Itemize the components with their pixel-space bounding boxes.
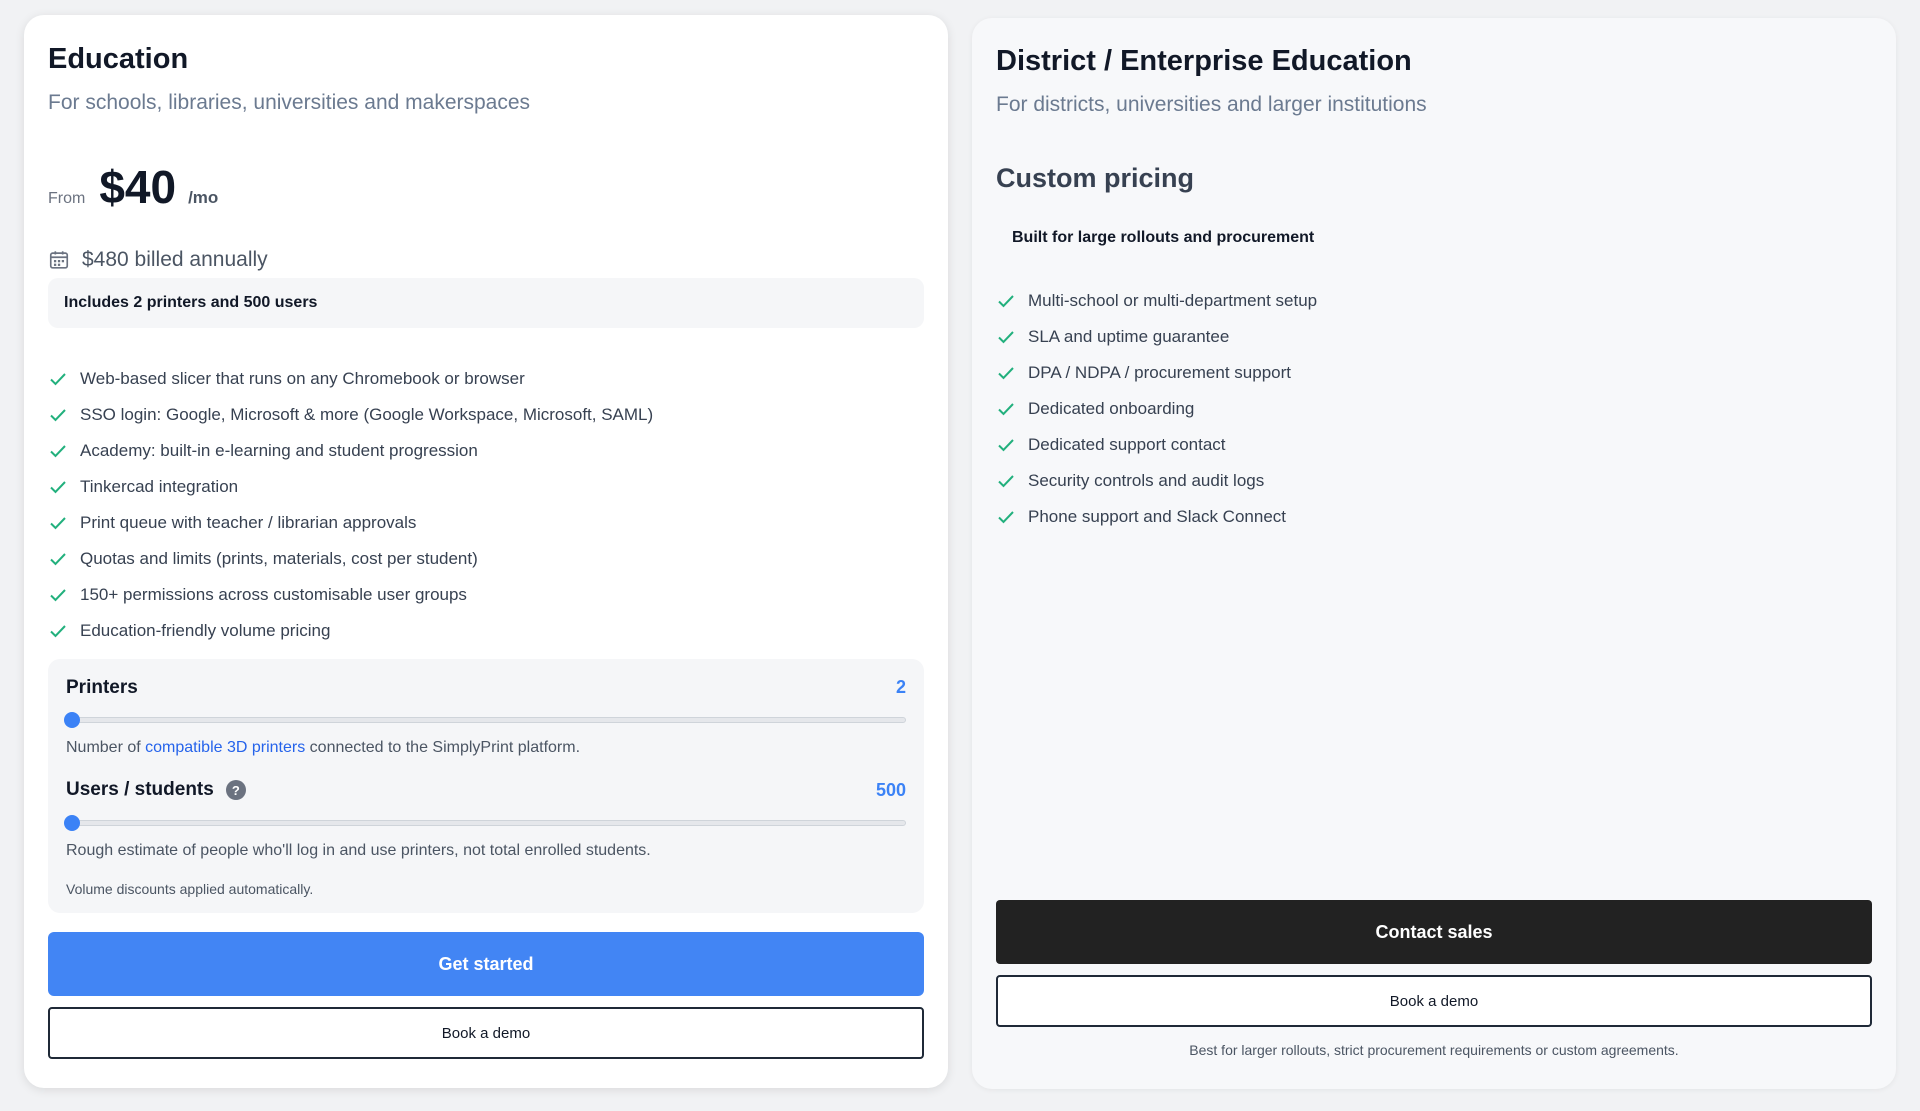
printers-label: Printers [66, 677, 138, 698]
check-icon [998, 295, 1014, 308]
feature-list: Web-based slicer that runs on any Chrome… [48, 361, 653, 649]
slider-track [66, 717, 906, 723]
feature-item: Academy: built-in e-learning and student… [48, 433, 653, 469]
feature-item: SLA and uptime guarantee [996, 319, 1317, 355]
book-demo-button[interactable]: Book a demo [996, 975, 1872, 1027]
question-circle-icon[interactable]: ? [225, 780, 246, 800]
feature-item: SSO login: Google, Microsoft & more (Goo… [48, 397, 653, 433]
plan-subtitle: For schools, libraries, universities and… [48, 91, 531, 114]
printers-help: Number of compatible 3D printers connect… [66, 739, 581, 756]
printers-value: 2 [895, 677, 906, 697]
check-icon [998, 403, 1014, 416]
enterprise-plan-card: District / Enterprise Education For dist… [972, 18, 1896, 1089]
feature-item: Tinkercad integration [48, 469, 653, 505]
slider-thumb[interactable] [64, 815, 80, 831]
feature-item: 150+ permissions across customisable use… [48, 577, 653, 613]
education-plan-card: Education For schools, libraries, univer… [24, 15, 948, 1088]
check-icon [50, 445, 66, 458]
printers-slider[interactable] [64, 711, 906, 729]
check-icon [50, 625, 66, 638]
plan-configurator: Printers 2 Number of compatible 3D print… [48, 659, 924, 913]
includes-text: Includes 2 printers and 500 users [64, 294, 318, 311]
check-icon [50, 409, 66, 422]
price-period: /mo [188, 188, 219, 207]
slider-thumb[interactable] [64, 712, 80, 728]
get-started-button[interactable]: Get started [48, 932, 924, 996]
price-amount: $40 [99, 161, 177, 213]
check-icon [998, 475, 1014, 488]
custom-pricing-heading: Custom pricing [996, 163, 1195, 193]
feature-item: Print queue with teacher / librarian app… [48, 505, 653, 541]
feature-item: Web-based slicer that runs on any Chrome… [48, 361, 653, 397]
feature-item: DPA / NDPA / procurement support [996, 355, 1317, 391]
feature-item: Phone support and Slack Connect [996, 499, 1317, 535]
feature-item: Quotas and limits (prints, materials, co… [48, 541, 653, 577]
users-slider[interactable] [64, 814, 906, 832]
compatible-printers-link[interactable]: compatible 3D printers [145, 739, 305, 756]
check-icon [998, 367, 1014, 380]
users-value: 500 [875, 780, 906, 800]
check-icon [50, 481, 66, 494]
book-demo-button[interactable]: Book a demo [48, 1007, 924, 1059]
users-label-row: Users / students ? [66, 779, 246, 801]
price: From $40 /mo [48, 160, 218, 214]
check-icon [998, 511, 1014, 524]
price-from-label: From [48, 190, 86, 207]
plan-title: District / Enterprise Education [996, 45, 1412, 77]
volume-discount-note: Volume discounts applied automatically. [66, 881, 314, 897]
calendar-icon [49, 251, 69, 269]
includes-summary: Includes 2 printers and 500 users [48, 278, 924, 328]
check-icon [50, 589, 66, 602]
check-icon [998, 439, 1014, 452]
feature-list: Multi-school or multi-department setup S… [996, 283, 1317, 535]
built-for-text: Built for large rollouts and procurement [1012, 229, 1315, 246]
users-help: Rough estimate of people who'll log in a… [66, 842, 651, 859]
enterprise-footnote: Best for larger rollouts, strict procure… [1189, 1042, 1679, 1058]
plan-title: Education [48, 43, 189, 75]
check-icon [50, 373, 66, 386]
billed-annually-text: $480 billed annually [82, 248, 268, 271]
check-icon [50, 553, 66, 566]
check-icon [50, 517, 66, 530]
feature-item: Security controls and audit logs [996, 463, 1317, 499]
billing-info: $480 billed annually [48, 248, 268, 272]
slider-track [66, 820, 906, 826]
feature-item: Dedicated support contact [996, 427, 1317, 463]
plan-subtitle: For districts, universities and larger i… [996, 93, 1427, 116]
check-icon [998, 331, 1014, 344]
contact-sales-button[interactable]: Contact sales [996, 900, 1872, 964]
feature-item: Education-friendly volume pricing [48, 613, 653, 649]
users-label: Users / students [66, 779, 214, 800]
feature-item: Multi-school or multi-department setup [996, 283, 1317, 319]
feature-item: Dedicated onboarding [996, 391, 1317, 427]
